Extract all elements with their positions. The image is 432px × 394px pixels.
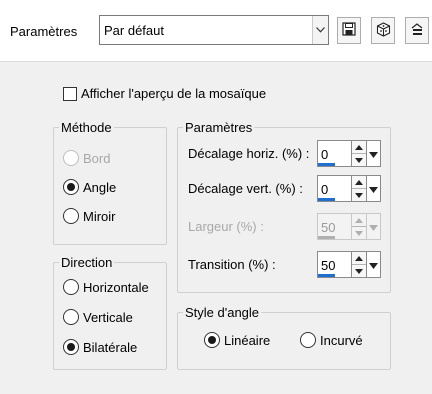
radio-button[interactable] [63, 279, 79, 295]
tile-preview-checkbox-row[interactable]: Afficher l'aperçu de la mosaïque [63, 86, 266, 101]
horizontal-offset-label: Décalage horiz. (%) : [188, 146, 310, 161]
radio-label: Bilatérale [83, 339, 138, 355]
slider-popup-button[interactable] [367, 140, 381, 167]
resource-button[interactable] [371, 17, 395, 44]
triangle-down-icon [369, 146, 378, 161]
slider-popup-button [367, 213, 381, 240]
slider-popup-button[interactable] [367, 251, 381, 278]
direction-group: Direction Horizontale Verticale Bilatéra… [53, 255, 167, 370]
horizontal-offset-input[interactable]: 0 [317, 140, 352, 167]
chevron-down-icon[interactable] [312, 16, 328, 44]
radio-label: Incurvé [320, 332, 363, 348]
radio-button[interactable] [63, 309, 79, 325]
radio-label: Bord [83, 150, 111, 166]
radio-label: Verticale [83, 309, 133, 325]
radio-label: Angle [83, 179, 117, 195]
increment-arrow-icon[interactable] [352, 141, 366, 154]
value-fill-bar [318, 274, 335, 277]
radio-corner-lineaire[interactable]: Linéaire [204, 332, 270, 348]
width-spinner: 50 [317, 213, 381, 240]
tile-preview-label: Afficher l'aperçu de la mosaïque [81, 86, 267, 101]
method-group: Méthode Bord Angle Miroir [53, 120, 167, 245]
triangle-down-icon [369, 257, 378, 272]
parameters-group: Paramètres Décalage horiz. (%) : 0 Décal… [177, 120, 391, 293]
radio-label: Horizontale [83, 279, 149, 295]
radio-button[interactable] [63, 208, 79, 224]
radio-button[interactable] [63, 179, 79, 195]
increment-arrow-icon [352, 214, 366, 227]
parameters-group-title: Paramètres [183, 120, 255, 135]
width-input: 50 [317, 213, 352, 240]
decrement-arrow-icon[interactable] [352, 265, 366, 278]
preset-select-value: Par défaut [104, 23, 164, 38]
value-fill-bar [318, 163, 335, 166]
radio-corner-incurve[interactable]: Incurvé [300, 332, 363, 348]
transition-label: Transition (%) : [188, 257, 276, 272]
radio-method-bord: Bord [63, 150, 110, 166]
vertical-offset-input[interactable]: 0 [317, 175, 352, 202]
transition-input[interactable]: 50 [317, 251, 352, 278]
vertical-offset-spinner[interactable]: 0 [317, 175, 381, 202]
radio-method-miroir[interactable]: Miroir [63, 208, 116, 224]
radio-button[interactable] [63, 339, 79, 355]
direction-group-title: Direction [59, 255, 115, 270]
triangle-down-icon [369, 219, 378, 234]
save-icon [342, 22, 356, 39]
radio-method-angle[interactable]: Angle [63, 179, 116, 195]
decrement-arrow-icon [352, 227, 366, 240]
vertical-offset-label: Décalage vert. (%) : [188, 181, 303, 196]
transition-spinner[interactable]: 50 [317, 251, 381, 278]
corner-style-group: Style d'angle Linéaire Incurvé [177, 305, 391, 370]
cube-icon [376, 21, 391, 40]
radio-button [63, 150, 79, 166]
radio-direction-horizontale[interactable]: Horizontale [63, 279, 149, 295]
horizontal-offset-spinner[interactable]: 0 [317, 140, 381, 167]
tile-preview-checkbox[interactable] [63, 86, 77, 101]
width-label: Largeur (%) : [188, 219, 264, 234]
triangle-down-icon [369, 181, 378, 196]
increment-arrow-icon[interactable] [352, 252, 366, 265]
preset-toolbar: Paramètres Par défaut [0, 0, 432, 62]
save-preset-button[interactable] [337, 17, 361, 44]
preset-label: Paramètres [10, 24, 78, 39]
radio-direction-bilaterale[interactable]: Bilatérale [63, 339, 137, 355]
radio-label: Linéaire [224, 332, 271, 348]
radio-button[interactable] [204, 332, 220, 348]
value-fill-bar [318, 198, 335, 201]
method-group-title: Méthode [59, 120, 114, 135]
value-fill-bar [318, 236, 335, 239]
corner-style-group-title: Style d'angle [183, 305, 262, 320]
slider-popup-button[interactable] [367, 175, 381, 202]
radio-label: Miroir [83, 208, 116, 224]
increment-arrow-icon[interactable] [352, 176, 366, 189]
decrement-arrow-icon[interactable] [352, 189, 366, 202]
preset-select[interactable]: Par défaut [99, 15, 329, 45]
reset-button[interactable] [405, 17, 429, 44]
edit-icon [410, 22, 425, 40]
radio-direction-verticale[interactable]: Verticale [63, 309, 133, 325]
radio-button[interactable] [300, 332, 316, 348]
decrement-arrow-icon[interactable] [352, 154, 366, 167]
